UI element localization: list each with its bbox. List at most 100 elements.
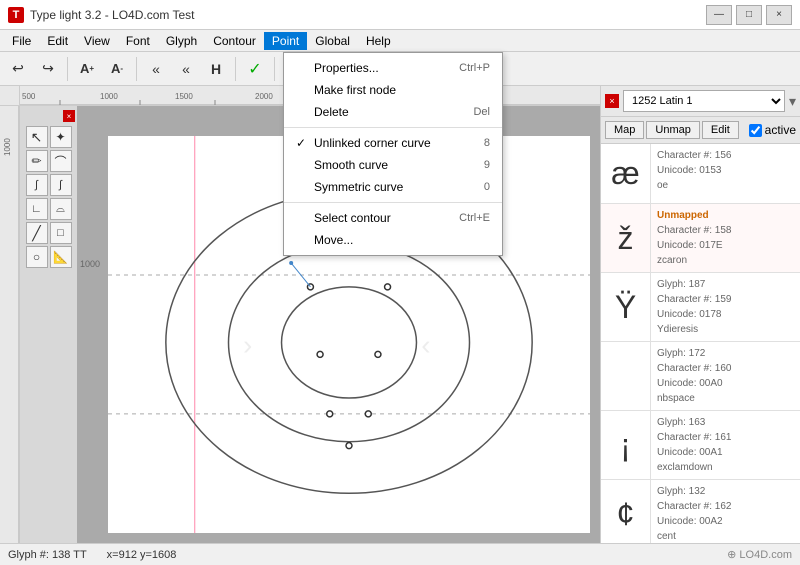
window-title: Type light 3.2 - LO4D.com Test — [30, 8, 706, 22]
line-tool[interactable]: ╱ — [26, 222, 48, 244]
menu-delete[interactable]: Delete Del — [284, 101, 502, 123]
char-num: Character #: 159 — [657, 292, 732, 307]
toolbar-sep-3 — [235, 57, 236, 81]
menu-view[interactable]: View — [76, 32, 118, 50]
menu-contour[interactable]: Contour — [205, 32, 264, 50]
menu-move[interactable]: Move... — [284, 229, 502, 251]
delete-shortcut: Del — [473, 106, 490, 118]
glyph-name: nbspace — [657, 391, 732, 406]
glyph-num: Glyph: 132 — [657, 484, 732, 499]
menu-symmetric-curve[interactable]: Symmetric curve 0 — [284, 176, 502, 198]
glyph-list[interactable]: æ Character #: 156Unicode: 0153oe ž Unma… — [601, 144, 800, 543]
active-checkbox[interactable] — [749, 124, 762, 137]
glyph-info-panel: Glyph: 163Character #: 161Unicode: 00A1e… — [651, 411, 738, 479]
glyph-name: oe — [657, 178, 732, 193]
window-controls[interactable]: — □ × — [706, 5, 792, 25]
menu-sep-2 — [284, 202, 502, 203]
tool-row-2: ✏ ⌒ — [26, 150, 72, 172]
glyph-num: Glyph: 172 — [657, 346, 732, 361]
glyph-item[interactable]: Glyph: 172Character #: 160Unicode: 00A0n… — [601, 342, 800, 411]
node-tool[interactable]: ✦ — [50, 126, 72, 148]
unicode-val: Unicode: 00A2 — [657, 514, 732, 529]
spline-tool[interactable]: ∫ — [50, 174, 72, 196]
check-unlinked: ✓ — [296, 136, 310, 150]
delete-label: Delete — [314, 105, 349, 119]
glyph-char: æ — [601, 144, 651, 203]
next-btn[interactable]: « — [172, 55, 200, 83]
app-icon: T — [8, 7, 24, 23]
glyph-item[interactable]: ž UnmappedCharacter #: 158Unicode: 017Ez… — [601, 204, 800, 273]
arc-tool[interactable]: ∫ — [26, 174, 48, 196]
select-tool[interactable]: ↖ — [26, 126, 48, 148]
prev-btn[interactable]: « — [142, 55, 170, 83]
unicode-val: Unicode: 00A0 — [657, 376, 732, 391]
menu-point[interactable]: Point — [264, 32, 307, 50]
smooth-tool[interactable]: ⌓ — [50, 198, 72, 220]
map-btn[interactable]: Map — [605, 121, 644, 139]
svg-text:2000: 2000 — [255, 92, 273, 101]
maximize-btn[interactable]: □ — [736, 5, 762, 25]
menu-edit[interactable]: Edit — [39, 32, 76, 50]
corner-tool[interactable]: ∟ — [26, 198, 48, 220]
minimize-btn[interactable]: — — [706, 5, 732, 25]
menu-font[interactable]: Font — [118, 32, 158, 50]
menu-smooth-curve[interactable]: Smooth curve 9 — [284, 154, 502, 176]
menu-bar: File Edit View Font Glyph Contour Point … — [0, 30, 800, 52]
dropdown-arrow[interactable]: ▾ — [789, 93, 796, 110]
toolbox-close[interactable]: × — [63, 110, 75, 122]
glyph-name: exclamdown — [657, 460, 732, 475]
ellipse-tool[interactable]: ○ — [26, 246, 48, 268]
menu-glyph[interactable]: Glyph — [158, 32, 205, 50]
redo-btn[interactable]: ↪ — [34, 55, 62, 83]
tool-row-5: ╱ □ — [26, 222, 72, 244]
properties-label: Properties... — [314, 61, 379, 75]
charset-dropdown[interactable]: 1252 Latin 1 1250 Central European 1251 … — [623, 90, 785, 112]
glyph-name: Ydieresis — [657, 322, 732, 337]
svg-text:1000: 1000 — [3, 138, 12, 156]
glyph-item[interactable]: ¡ Glyph: 163Character #: 161Unicode: 00A… — [601, 411, 800, 480]
unicode-val: Unicode: 0178 — [657, 307, 732, 322]
check-btn[interactable]: ✓ — [241, 55, 269, 83]
undo-btn[interactable]: ↩ — [4, 55, 32, 83]
zoom-out-btn[interactable]: A- — [103, 55, 131, 83]
menu-unlinked-corner[interactable]: ✓ Unlinked corner curve 8 — [284, 132, 502, 154]
glyph-info-panel: Glyph: 172Character #: 160Unicode: 00A0n… — [651, 342, 738, 410]
menu-select-contour[interactable]: Select contour Ctrl+E — [284, 207, 502, 229]
pen-tool[interactable]: ✏ — [26, 150, 48, 172]
glyph-item[interactable]: æ Character #: 156Unicode: 0153oe — [601, 144, 800, 204]
glyph-num: Glyph: 163 — [657, 415, 732, 430]
curve-tool[interactable]: ⌒ — [50, 150, 72, 172]
glyph-char: ¡ — [601, 411, 651, 479]
tool-row-1: ↖ ✦ — [26, 126, 72, 148]
toolbox-panel: × ↖ ✦ ✏ ⌒ ∫ ∫ ∟ ⌓ ╱ — [20, 106, 78, 543]
measure-tool[interactable]: 📐 — [50, 246, 72, 268]
rect-tool[interactable]: □ — [50, 222, 72, 244]
zoom-in-btn[interactable]: A+ — [73, 55, 101, 83]
move-label: Move... — [314, 233, 353, 247]
close-btn[interactable]: × — [766, 5, 792, 25]
menu-global[interactable]: Global — [307, 32, 358, 50]
glyph-info-panel: Character #: 156Unicode: 0153oe — [651, 144, 738, 203]
tool-row-6: ○ 📐 — [26, 246, 72, 268]
edit-btn[interactable]: Edit — [702, 121, 739, 139]
svg-text:500: 500 — [22, 92, 36, 101]
glyph-item[interactable]: Ÿ Glyph: 187Character #: 159Unicode: 017… — [601, 273, 800, 342]
unmapped-label: Unmapped — [657, 208, 732, 223]
char-num: Character #: 158 — [657, 223, 732, 238]
h-btn[interactable]: H — [202, 55, 230, 83]
menu-properties[interactable]: Properties... Ctrl+P — [284, 57, 502, 79]
unmap-btn[interactable]: Unmap — [646, 121, 699, 139]
glyph-item[interactable]: ¢ Glyph: 132Character #: 162Unicode: 00A… — [601, 480, 800, 543]
tool-row-4: ∟ ⌓ — [26, 198, 72, 220]
menu-make-first-node[interactable]: Make first node — [284, 79, 502, 101]
glyph-info-panel: Glyph: 132Character #: 162Unicode: 00A2c… — [651, 480, 738, 543]
unicode-val: Unicode: 017E — [657, 238, 732, 253]
menu-help[interactable]: Help — [358, 32, 399, 50]
menu-sep-1 — [284, 127, 502, 128]
glyph-info: Glyph #: 138 TT — [8, 549, 87, 561]
glyph-name: zcaron — [657, 253, 732, 268]
svg-text:1000: 1000 — [100, 92, 118, 101]
panel-close-btn[interactable]: × — [605, 94, 619, 108]
ruler-label-1000: 1000 — [80, 259, 100, 269]
menu-file[interactable]: File — [4, 32, 39, 50]
